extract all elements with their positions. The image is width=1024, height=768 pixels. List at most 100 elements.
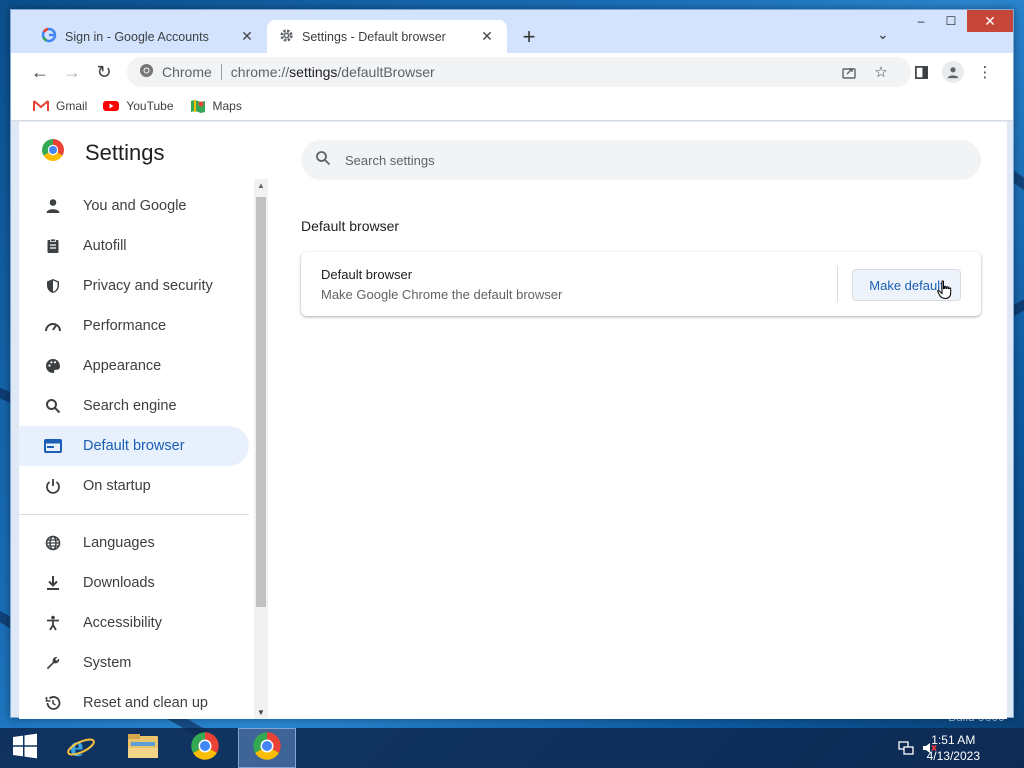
bookmark-gmail[interactable]: Gmail <box>33 99 87 113</box>
chrome-logo-icon <box>252 731 282 766</box>
windows-logo-icon <box>12 733 38 764</box>
taskbar: e 1:51 AM 4/13/2023 <box>0 728 1024 768</box>
sidebar-item-label: Search engine <box>83 398 177 414</box>
separator <box>220 64 222 80</box>
card-title: Default browser <box>321 267 413 282</box>
sidebar-item-default-browser[interactable]: Default browser <box>19 426 249 466</box>
side-panel-icon[interactable] <box>911 62 931 82</box>
sidebar-item-search-engine[interactable]: Search engine <box>19 386 249 426</box>
settings-page: Settings You and Google Autofill Privacy… <box>19 122 1007 719</box>
search-input[interactable] <box>345 152 845 168</box>
scroll-down-arrow-icon[interactable]: ▼ <box>254 708 268 717</box>
chrome-window: Sign in - Google Accounts ✕ Settings - D… <box>10 9 1014 719</box>
url-path: /defaultBrowser <box>337 64 435 80</box>
scroll-up-arrow-icon[interactable]: ▲ <box>254 181 268 190</box>
taskbar-file-explorer[interactable] <box>114 728 172 768</box>
tab-settings[interactable]: Settings - Default browser ✕ <box>267 20 507 53</box>
sidebar-item-label: Languages <box>83 535 155 551</box>
forward-arrow-icon[interactable]: → <box>59 59 85 85</box>
globe-icon <box>43 533 63 553</box>
power-icon <box>43 476 63 496</box>
tab-search-chevron-icon[interactable]: ⌄ <box>877 26 889 43</box>
browser-icon <box>43 436 63 456</box>
sidebar-scrollbar[interactable]: ▲ ▼ <box>254 179 268 719</box>
close-icon[interactable]: ✕ <box>479 28 495 45</box>
settings-search-box[interactable] <box>301 140 981 180</box>
sidebar-item-autofill[interactable]: Autofill <box>19 226 249 266</box>
url-scheme: chrome:// <box>230 64 290 80</box>
taskbar-chrome[interactable] <box>176 728 234 768</box>
url-host: settings <box>289 64 338 80</box>
sidebar-item-label: Appearance <box>83 358 162 374</box>
new-tab-button[interactable]: + <box>516 24 542 50</box>
default-browser-card: Default browser Make Google Chrome the d… <box>301 252 981 316</box>
sidebar-item-label: You and Google <box>83 198 187 214</box>
chrome-logo-icon <box>139 63 154 81</box>
sidebar-item-system[interactable]: System <box>19 643 249 683</box>
settings-sidebar: Settings You and Google Autofill Privacy… <box>19 122 268 719</box>
tab-title: Sign in - Google Accounts <box>65 29 209 44</box>
sidebar-item-accessibility[interactable]: Accessibility <box>19 603 249 643</box>
bookmark-star-icon[interactable]: ☆ <box>871 62 891 82</box>
chrome-logo-icon <box>41 138 65 167</box>
sidebar-item-reset[interactable]: Reset and clean up <box>19 683 249 719</box>
settings-main: Default browser Default browser Make Goo… <box>267 122 1007 719</box>
accessibility-icon <box>43 613 63 633</box>
sidebar-item-languages[interactable]: Languages <box>19 523 249 563</box>
chrome-logo-icon <box>190 731 220 766</box>
windows-start-button[interactable] <box>0 728 50 768</box>
section-title: Default browser <box>301 218 400 234</box>
speedometer-icon <box>43 316 63 336</box>
sidebar-item-appearance[interactable]: Appearance <box>19 346 249 386</box>
sidebar-item-performance[interactable]: Performance <box>19 306 249 346</box>
sidebar-item-label: Privacy and security <box>83 278 213 294</box>
sidebar-item-label: Performance <box>83 318 167 334</box>
tab-title: Settings - Default browser <box>302 29 446 44</box>
palette-icon <box>43 356 63 376</box>
tab-strip: Sign in - Google Accounts ✕ Settings - D… <box>11 10 1013 53</box>
more-menu-icon[interactable]: ⋮ <box>975 62 995 82</box>
sidebar-item-label: Accessibility <box>83 615 162 631</box>
close-icon[interactable]: ✕ <box>239 28 255 45</box>
share-icon[interactable] <box>839 62 859 82</box>
url-text: chrome://settings/defaultBrowser <box>231 64 435 80</box>
clock-date: 4/13/2023 <box>926 749 980 763</box>
taskbar-clock[interactable]: 1:51 AM 4/13/2023 <box>927 732 980 764</box>
taskbar-chrome-active[interactable] <box>238 728 296 768</box>
reload-icon[interactable]: ↻ <box>91 59 117 85</box>
profile-avatar-icon[interactable] <box>942 61 964 83</box>
scrollbar-thumb[interactable] <box>256 197 266 607</box>
tab-sign-in[interactable]: Sign in - Google Accounts ✕ <box>29 20 267 53</box>
bookmark-maps[interactable]: Maps <box>190 98 242 114</box>
shield-icon <box>43 276 63 296</box>
google-g-icon <box>41 27 57 46</box>
wrench-icon <box>43 653 63 673</box>
back-arrow-icon[interactable]: ← <box>27 59 53 85</box>
settings-nav: You and Google Autofill Privacy and secu… <box>19 186 249 719</box>
folder-icon <box>127 732 159 765</box>
search-icon <box>43 396 63 416</box>
sidebar-item-label: System <box>83 655 132 671</box>
close-window-button[interactable]: ✕ <box>967 10 1013 32</box>
maximize-button[interactable]: ☐ <box>937 10 965 32</box>
bookmark-label: Maps <box>212 98 242 113</box>
settings-header: Settings <box>41 138 165 167</box>
clock-time: 1:51 AM <box>931 733 976 747</box>
bookmark-label: Gmail <box>56 98 88 113</box>
sidebar-item-on-startup[interactable]: On startup <box>19 466 249 506</box>
sidebar-item-privacy[interactable]: Privacy and security <box>19 266 249 306</box>
address-bar[interactable]: Chrome chrome://settings/defaultBrowser <box>127 57 911 87</box>
sidebar-item-label: On startup <box>83 478 151 494</box>
sidebar-item-downloads[interactable]: Downloads <box>19 563 249 603</box>
sidebar-item-label: Reset and clean up <box>83 695 208 711</box>
sidebar-item-you-and-google[interactable]: You and Google <box>19 186 249 226</box>
card-divider <box>837 266 838 302</box>
clipboard-icon <box>43 236 63 256</box>
bookmark-youtube[interactable]: YouTube <box>103 99 174 113</box>
network-icon[interactable] <box>898 740 914 761</box>
page-title: Settings <box>85 139 165 165</box>
site-label: Chrome <box>162 64 212 80</box>
minimize-button[interactable]: – <box>907 10 935 32</box>
card-subtitle: Make Google Chrome the default browser <box>321 287 563 302</box>
taskbar-internet-explorer[interactable]: e <box>52 728 110 768</box>
